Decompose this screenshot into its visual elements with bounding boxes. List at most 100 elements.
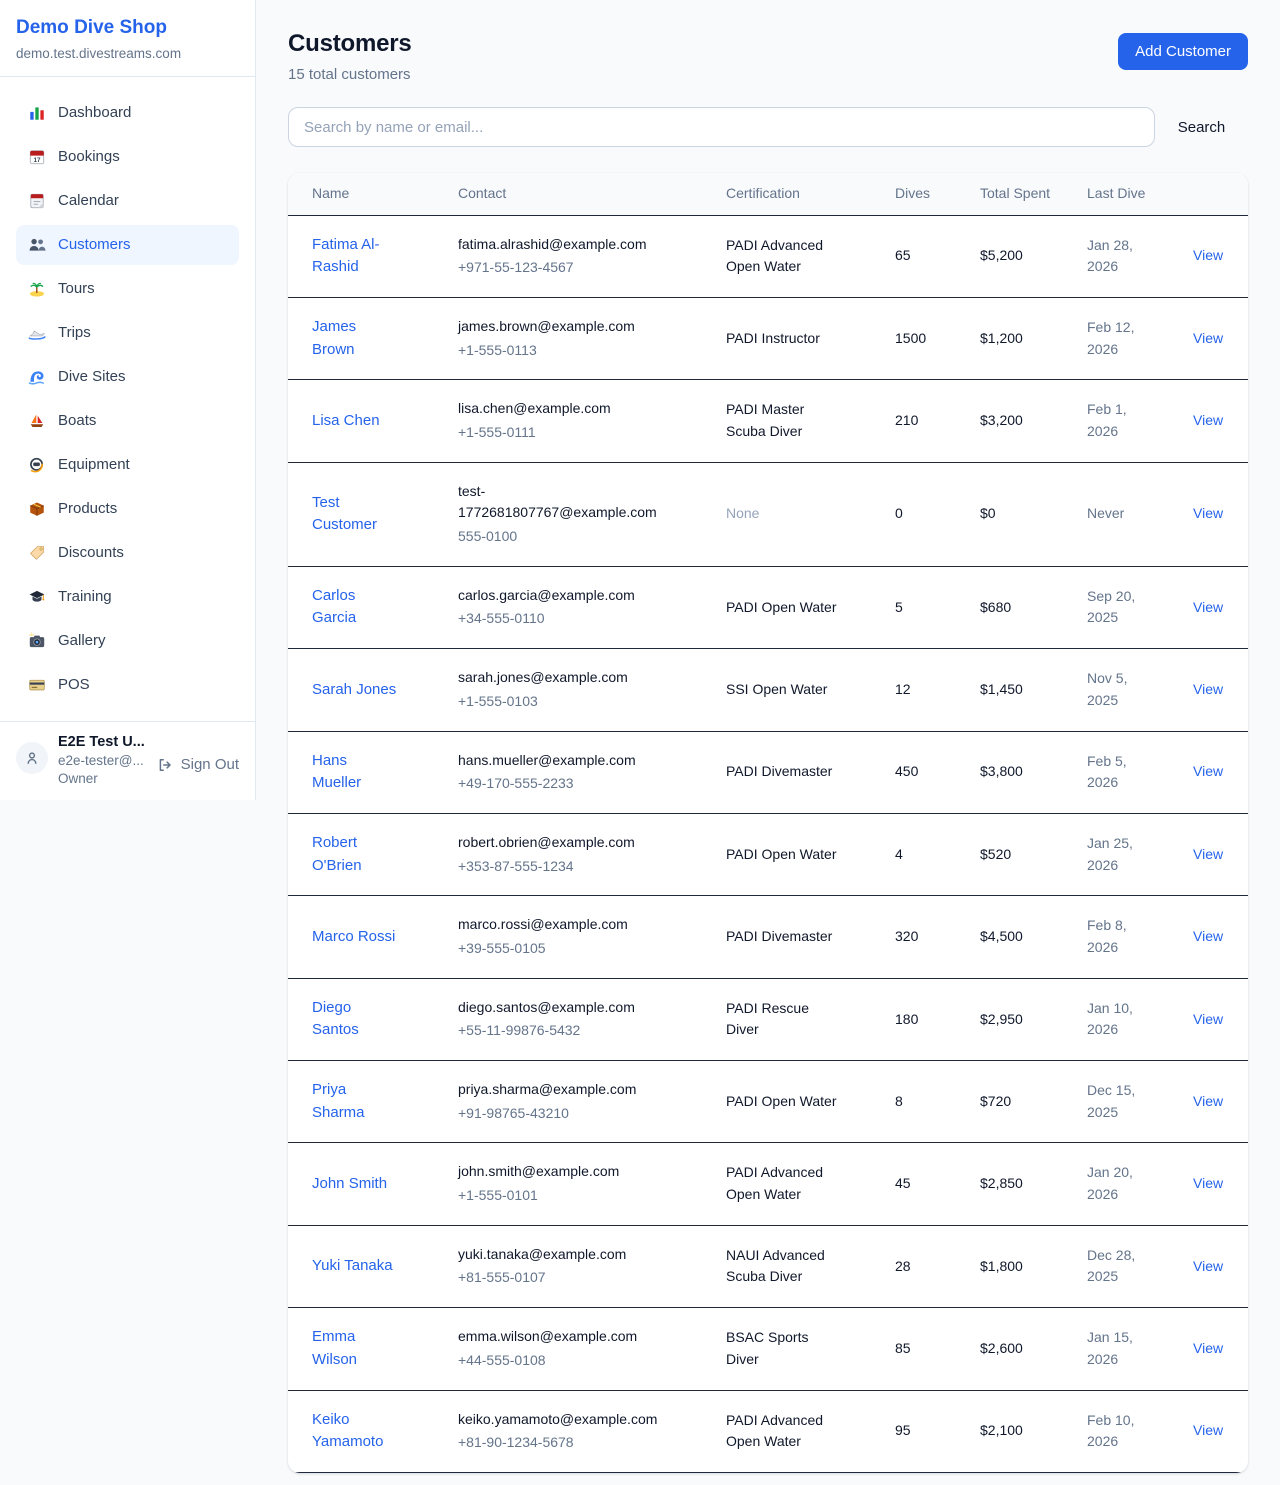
customer-name-link[interactable]: Robert O'Brien xyxy=(312,834,362,874)
customer-phone: +39-555-0105 xyxy=(458,938,674,960)
table-row: Test Customer test-1772681807767@example… xyxy=(288,462,1248,566)
sidebar-item-gallery[interactable]: Gallery xyxy=(16,621,239,661)
customer-name-link[interactable]: Test Customer xyxy=(312,494,377,534)
customer-certification: PADI Open Water xyxy=(726,1091,843,1113)
sign-out-icon xyxy=(157,757,173,773)
customer-dives: 12 xyxy=(879,649,964,731)
sidebar-item-pos[interactable]: POS xyxy=(16,665,239,705)
view-link[interactable]: View xyxy=(1193,1011,1223,1027)
sidebar-item-training[interactable]: Training xyxy=(16,577,239,617)
sidebar-item-bookings[interactable]: 17 Bookings xyxy=(16,137,239,177)
view-link[interactable]: View xyxy=(1193,330,1223,346)
customer-name-link[interactable]: Keiko Yamamoto xyxy=(312,1411,383,1451)
brand: Demo Dive Shop demo.test.divestreams.com xyxy=(0,0,255,77)
customer-email: keiko.yamamoto@example.com xyxy=(458,1409,674,1431)
customer-certification: None xyxy=(726,503,843,525)
customer-total-spent: $5,200 xyxy=(964,215,1071,297)
view-link[interactable]: View xyxy=(1193,1258,1223,1274)
sidebar-item-dashboard[interactable]: Dashboard xyxy=(16,93,239,133)
sidebar-item-tours[interactable]: Tours xyxy=(16,269,239,309)
table-row: Fatima Al-Rashid fatima.alrashid@example… xyxy=(288,215,1248,297)
view-link[interactable]: View xyxy=(1193,599,1223,615)
sidebar-item-label: Gallery xyxy=(58,632,106,649)
pos-icon xyxy=(28,676,46,694)
customer-phone: +1-555-0111 xyxy=(458,422,674,444)
column-header-contact: Contact xyxy=(442,173,710,215)
view-link[interactable]: View xyxy=(1193,1093,1223,1109)
customer-email: marco.rossi@example.com xyxy=(458,914,674,936)
user-meta: E2E Test U... e2e-tester@... Owner xyxy=(58,734,147,786)
add-customer-button[interactable]: Add Customer xyxy=(1118,33,1248,70)
customer-name-link[interactable]: Hans Mueller xyxy=(312,752,361,792)
customer-certification: PADI Advanced Open Water xyxy=(726,1410,843,1453)
customer-total-spent: $2,600 xyxy=(964,1308,1071,1390)
sidebar-item-calendar[interactable]: Calendar xyxy=(16,181,239,221)
customer-dives: 1500 xyxy=(879,297,964,379)
view-link[interactable]: View xyxy=(1193,763,1223,779)
customer-phone: +34-555-0110 xyxy=(458,608,674,630)
table-header-row: Name Contact Certification Dives Total S… xyxy=(288,173,1248,215)
customer-dives: 210 xyxy=(879,380,964,462)
sidebar-item-dive-sites[interactable]: Dive Sites xyxy=(16,357,239,397)
view-link[interactable]: View xyxy=(1193,412,1223,428)
sidebar-item-label: Discounts xyxy=(58,544,124,561)
customers-table-card: Name Contact Certification Dives Total S… xyxy=(288,173,1248,1473)
customer-email: john.smith@example.com xyxy=(458,1161,674,1183)
sidebar-item-label: POS xyxy=(58,676,90,693)
view-link[interactable]: View xyxy=(1193,846,1223,862)
svg-text:17: 17 xyxy=(33,157,41,164)
customer-name-link[interactable]: James Brown xyxy=(312,318,356,358)
sidebar-item-trips[interactable]: Trips xyxy=(16,313,239,353)
table-row: John Smith john.smith@example.com +1-555… xyxy=(288,1143,1248,1225)
customer-total-spent: $720 xyxy=(964,1061,1071,1143)
customer-email: test-1772681807767@example.com xyxy=(458,481,674,524)
trips-icon xyxy=(28,324,46,342)
search-input[interactable] xyxy=(288,107,1155,147)
customer-dives: 450 xyxy=(879,731,964,813)
customer-phone: +353-87-555-1234 xyxy=(458,856,674,878)
view-link[interactable]: View xyxy=(1193,928,1223,944)
boats-icon xyxy=(28,412,46,430)
customer-total-spent: $0 xyxy=(964,462,1071,566)
customer-name-link[interactable]: Diego Santos xyxy=(312,999,359,1039)
customer-name-link[interactable]: Lisa Chen xyxy=(312,412,380,429)
column-header-dives: Dives xyxy=(879,173,964,215)
sidebar-item-boats[interactable]: Boats xyxy=(16,401,239,441)
sidebar-item-customers[interactable]: Customers xyxy=(16,225,239,265)
sidebar-item-label: Products xyxy=(58,500,117,517)
sidebar-item-products[interactable]: Products xyxy=(16,489,239,529)
customer-name-link[interactable]: John Smith xyxy=(312,1175,387,1192)
view-link[interactable]: View xyxy=(1193,1422,1223,1438)
equipment-icon xyxy=(28,456,46,474)
customer-email: fatima.alrashid@example.com xyxy=(458,234,674,256)
customer-certification: BSAC Sports Diver xyxy=(726,1327,843,1370)
customer-name-link[interactable]: Yuki Tanaka xyxy=(312,1257,393,1274)
view-link[interactable]: View xyxy=(1193,1340,1223,1356)
view-link[interactable]: View xyxy=(1193,247,1223,263)
customer-name-link[interactable]: Fatima Al-Rashid xyxy=(312,236,380,276)
customer-email: yuki.tanaka@example.com xyxy=(458,1244,674,1266)
sidebar-item-equipment[interactable]: Equipment xyxy=(16,445,239,485)
customer-total-spent: $2,950 xyxy=(964,978,1071,1060)
customer-phone: 555-0100 xyxy=(458,526,674,548)
customer-email: priya.sharma@example.com xyxy=(458,1079,674,1101)
view-link[interactable]: View xyxy=(1193,1175,1223,1191)
sidebar-item-label: Tours xyxy=(58,280,95,297)
view-link[interactable]: View xyxy=(1193,505,1223,521)
customer-name-link[interactable]: Emma Wilson xyxy=(312,1328,357,1368)
customer-last-dive: Feb 1, 2026 xyxy=(1071,380,1177,462)
customer-name-link[interactable]: Marco Rossi xyxy=(312,928,395,945)
customer-certification: PADI Master Scuba Diver xyxy=(726,399,843,442)
customer-total-spent: $1,800 xyxy=(964,1225,1071,1307)
customer-name-link[interactable]: Sarah Jones xyxy=(312,681,396,698)
view-link[interactable]: View xyxy=(1193,681,1223,697)
customer-name-link[interactable]: Carlos Garcia xyxy=(312,587,356,627)
sign-out-button[interactable]: Sign Out xyxy=(157,756,239,773)
customer-certification: PADI Instructor xyxy=(726,328,843,350)
customer-certification: PADI Divemaster xyxy=(726,761,843,783)
sidebar-item-discounts[interactable]: Discounts xyxy=(16,533,239,573)
sidebar: Demo Dive Shop demo.test.divestreams.com… xyxy=(0,0,256,800)
customer-name-link[interactable]: Priya Sharma xyxy=(312,1081,365,1121)
sidebar-item-label: Trips xyxy=(58,324,91,341)
search-button[interactable]: Search xyxy=(1155,118,1248,137)
